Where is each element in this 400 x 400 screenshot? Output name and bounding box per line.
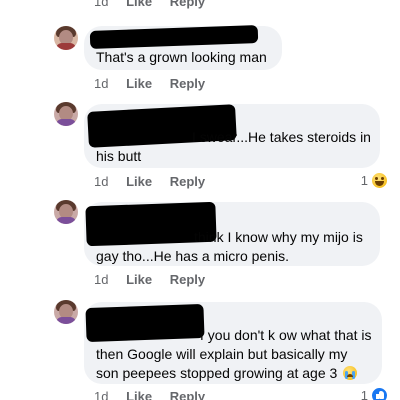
like-reaction-icon — [371, 387, 388, 400]
comment-thread: 1d Like Reply That's a grown looking man… — [0, 0, 400, 400]
reply-button[interactable]: Reply — [170, 76, 205, 91]
comment-timestamp[interactable]: 1d — [94, 76, 108, 91]
comment-bubble: I swear...He takes steroids in his butt — [84, 104, 380, 168]
reaction-count: 1 — [360, 388, 368, 400]
comment-text: That's a grown looking man — [96, 49, 267, 65]
reply-button[interactable]: Reply — [170, 0, 205, 9]
comment-timestamp[interactable]: 1d — [94, 174, 108, 189]
comment-timestamp[interactable]: 1d — [94, 272, 108, 287]
comment-text: think I know why my mijo is gay tho...He… — [96, 229, 363, 264]
comment-bubble: f you don't k ow what that is then Googl… — [84, 302, 382, 384]
like-button[interactable]: Like — [126, 0, 152, 9]
reaction-summary[interactable]: 1 — [361, 387, 388, 400]
avatar[interactable] — [54, 300, 78, 324]
comment-actions-top: 1d Like Reply — [94, 0, 219, 9]
comment-text: f you don't k ow what that is then Googl… — [96, 327, 372, 381]
comment-bubble: That's a grown looking man — [84, 25, 282, 70]
comment-actions: 1d Like Reply — [94, 76, 219, 91]
like-button[interactable]: Like — [126, 272, 152, 287]
comment-bubble: think I know why my mijo is gay tho...He… — [84, 201, 380, 266]
reply-button[interactable]: Reply — [170, 174, 205, 189]
avatar[interactable] — [54, 200, 78, 224]
reaction-count: 1 — [360, 173, 368, 188]
crying-emoji-icon — [343, 366, 358, 380]
laugh-emoji-icon — [371, 172, 388, 189]
comment-timestamp[interactable]: 1d — [94, 0, 108, 9]
comment-actions: 1d Like Reply — [94, 389, 219, 400]
reaction-summary[interactable]: 1 — [361, 172, 388, 189]
avatar[interactable] — [54, 26, 78, 50]
comment-actions: 1d Like Reply — [94, 272, 219, 287]
like-button[interactable]: Like — [126, 389, 152, 400]
like-button[interactable]: Like — [126, 174, 152, 189]
comment-timestamp[interactable]: 1d — [94, 389, 108, 400]
reply-button[interactable]: Reply — [170, 389, 205, 400]
reply-button[interactable]: Reply — [170, 272, 205, 287]
comment-actions: 1d Like Reply — [94, 174, 219, 189]
comment-text: I swear...He takes steroids in his butt — [96, 129, 371, 164]
avatar[interactable] — [54, 102, 78, 126]
redacted-name — [89, 25, 259, 49]
like-button[interactable]: Like — [126, 76, 152, 91]
